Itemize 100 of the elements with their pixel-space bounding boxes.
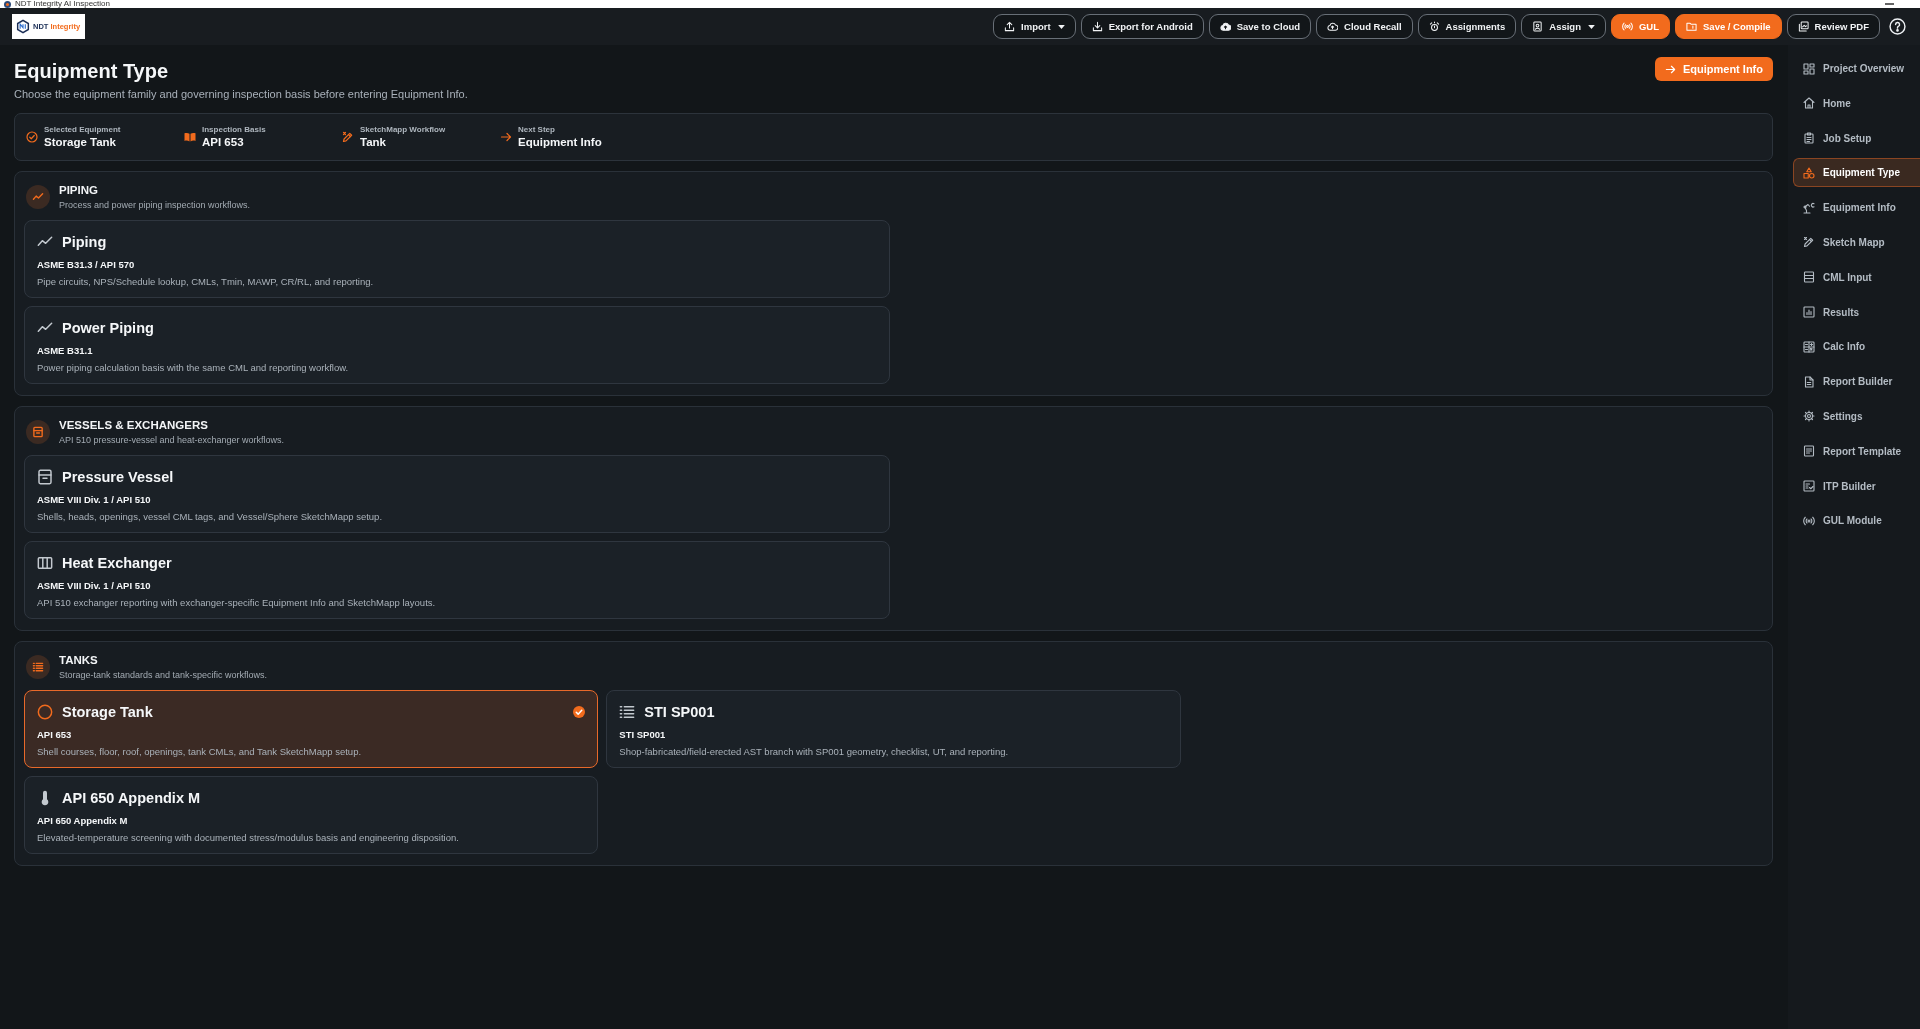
toolbar-button[interactable]: Export for Android xyxy=(1080,14,1204,39)
summary-value: Tank xyxy=(360,135,387,149)
sidebar-item[interactable]: Settings xyxy=(1793,401,1920,431)
list-icon xyxy=(26,655,50,679)
gear-icon xyxy=(1803,410,1815,423)
equipment-card[interactable]: STI SP001 STI SP001 Shop-fabricated/field-erected AST branch with SP001 geometry, checklist, UT, and reporting. xyxy=(606,690,1181,768)
page-subtitle: Choose the equipment family and governing inspection basis before entering Equipment Info. xyxy=(14,87,468,101)
card-standard: ASME B31.3 / API 570 xyxy=(37,259,136,271)
pencil-icon xyxy=(342,131,354,143)
arrow-right-icon xyxy=(500,131,512,143)
dashboard-icon xyxy=(1803,62,1815,75)
card-description: API 510 exchanger reporting with exchanger-specific Equipment Info and SketchMapp layouts. xyxy=(37,597,437,609)
pencil-icon xyxy=(1803,236,1815,249)
card-description: Pipe circuits, NPS/Schedule lookup, CMLs, Tmin, MAWP, CR/RL, and reporting. xyxy=(37,276,375,288)
summary-label: Inspection Basis xyxy=(202,125,266,135)
sidebar-item[interactable]: Equipment Info xyxy=(1793,193,1920,223)
toolbar-button[interactable]: Assign xyxy=(1521,14,1606,39)
person-card-icon xyxy=(1532,21,1544,32)
cloud-upload-icon xyxy=(1219,21,1231,32)
card-title: Piping xyxy=(62,234,107,250)
folder-icon xyxy=(1686,21,1697,32)
book-icon xyxy=(184,131,196,143)
sidebar-item[interactable]: ITP Builder xyxy=(1793,471,1920,501)
summary-value: Equipment Info xyxy=(518,135,602,149)
sidebar-item[interactable]: GUL Module xyxy=(1793,506,1920,536)
form-icon xyxy=(1803,445,1815,458)
card-standard: API 653 xyxy=(37,729,73,741)
category-subtitle: Process and power piping inspection workflows. xyxy=(59,199,251,211)
archive-box-icon xyxy=(37,469,53,485)
card-description: Shop-fabricated/field-erected AST branch with SP001 geometry, checklist, UT, and reporting. xyxy=(619,746,1010,758)
summary-label: Selected Equipment xyxy=(44,125,121,135)
equipment-card[interactable]: Power Piping ASME B31.1 Power piping calculation basis with the same CML and reporting workflow. xyxy=(24,306,890,384)
cloud-download-icon xyxy=(1327,21,1339,32)
toolbar-button[interactable]: Assignments xyxy=(1417,14,1517,39)
window-title: NDT Integrity AI Inspection xyxy=(15,0,110,8)
sidebar-item[interactable]: Report Template xyxy=(1793,436,1920,466)
equipment-card[interactable]: Storage Tank API 653 Shell courses, floor, roof, openings, tank CMLs, and Tank SketchMapp setup. xyxy=(24,690,599,768)
toolbar-button[interactable]: Cloud Recall xyxy=(1316,14,1413,39)
clipboard-icon xyxy=(1803,132,1815,145)
card-description: Power piping calculation basis with the same CML and reporting workflow. xyxy=(37,362,350,374)
caret-icon xyxy=(1587,24,1595,29)
table-icon xyxy=(1803,271,1815,284)
equipment-card[interactable]: Piping ASME B31.3 / API 570 Pipe circuits, NPS/Schedule lookup, CMLs, Tmin, MAWP, CR/RL, and reporting. xyxy=(24,220,890,298)
card-title: STI SP001 xyxy=(644,704,715,720)
equipment-card[interactable]: API 650 Appendix M API 650 Appendix M Elevated-temperature screening with documented stress/modulus basis and engineering disposition. xyxy=(24,776,599,854)
check-circle-icon xyxy=(573,706,586,718)
sidebar-item[interactable]: Results xyxy=(1793,297,1920,327)
toolbar-button[interactable]: Save to Cloud xyxy=(1208,14,1312,39)
summary-label: SketchMapp Workflow xyxy=(360,125,446,135)
card-title: Power Piping xyxy=(62,320,154,336)
sidebar-item[interactable]: Sketch Mapp xyxy=(1793,228,1920,257)
images-icon xyxy=(1797,21,1809,32)
columns-icon xyxy=(37,555,53,571)
bar-chart-icon xyxy=(1803,306,1815,319)
sidebar-item[interactable]: CML Input xyxy=(1793,262,1920,292)
check-circle-icon xyxy=(26,131,38,143)
calculator-icon xyxy=(1803,340,1815,353)
card-title: API 650 Appendix M xyxy=(62,790,201,806)
card-title: Heat Exchanger xyxy=(62,555,172,571)
sidebar-item[interactable]: Equipment Type xyxy=(1793,158,1920,188)
ring-icon xyxy=(37,704,53,720)
sidebar-item[interactable]: Calc Info xyxy=(1793,332,1920,362)
list-icon xyxy=(619,704,636,720)
broadcast-icon xyxy=(1621,21,1633,32)
upload-icon xyxy=(1004,21,1016,32)
card-description: Elevated-temperature screening with documented stress/modulus basis and engineering disposition. xyxy=(37,832,460,844)
sidebar-item[interactable]: Report Builder xyxy=(1793,367,1920,397)
app-icon xyxy=(4,0,11,8)
category-subtitle: API 510 pressure-vessel and heat-exchanger workflows. xyxy=(59,434,285,446)
shapes-icon xyxy=(1803,166,1815,179)
toolbar-button[interactable]: Import xyxy=(993,14,1076,39)
archive-box-icon xyxy=(26,420,50,444)
checklist-icon xyxy=(1803,480,1815,493)
sidebar-item[interactable]: Home xyxy=(1793,88,1920,118)
category-title: VESSELS & EXCHANGERS xyxy=(59,418,209,432)
equipment-card[interactable]: Pressure Vessel ASME VIII Div. 1 / API 510 Shells, heads, openings, vessel CML tags, and Vessel/Sphere SketchMapp setup. xyxy=(24,455,890,533)
toolbar-button[interactable]: Review PDF xyxy=(1786,14,1880,39)
card-standard: ASME B31.1 xyxy=(37,345,94,357)
download-icon xyxy=(1091,21,1103,32)
equipment-card[interactable]: Heat Exchanger ASME VIII Div. 1 / API 510 API 510 exchanger reporting with exchanger-specific Equipment Info and SketchMapp layouts. xyxy=(24,541,890,619)
alarm-icon xyxy=(1428,21,1440,32)
logo-icon xyxy=(16,19,30,34)
card-description: Shells, heads, openings, vessel CML tags, and Vessel/Sphere SketchMapp setup. xyxy=(37,511,384,523)
card-standard: STI SP001 xyxy=(619,729,667,741)
help-icon[interactable] xyxy=(1889,18,1906,35)
document-icon xyxy=(1803,375,1815,388)
page-title: Equipment Type xyxy=(14,59,170,83)
card-title: Storage Tank xyxy=(62,704,153,720)
card-standard: ASME VIII Div. 1 / API 510 xyxy=(37,494,152,506)
summary-value: Storage Tank xyxy=(44,135,117,149)
category-title: TANKS xyxy=(59,653,99,667)
card-standard: ASME VIII Div. 1 / API 510 xyxy=(37,580,152,592)
sidebar-item[interactable]: Job Setup xyxy=(1793,123,1920,153)
summary-label: Next Step xyxy=(518,125,556,135)
sidebar-item[interactable]: Project Overview xyxy=(1793,54,1920,83)
summary-value: API 653 xyxy=(202,135,245,149)
card-standard: API 650 Appendix M xyxy=(37,815,129,827)
card-description: Shell courses, floor, roof, openings, tank CMLs, and Tank SketchMapp setup. xyxy=(37,746,363,758)
card-title: Pressure Vessel xyxy=(62,469,174,485)
arrow-right-icon xyxy=(1664,63,1676,75)
